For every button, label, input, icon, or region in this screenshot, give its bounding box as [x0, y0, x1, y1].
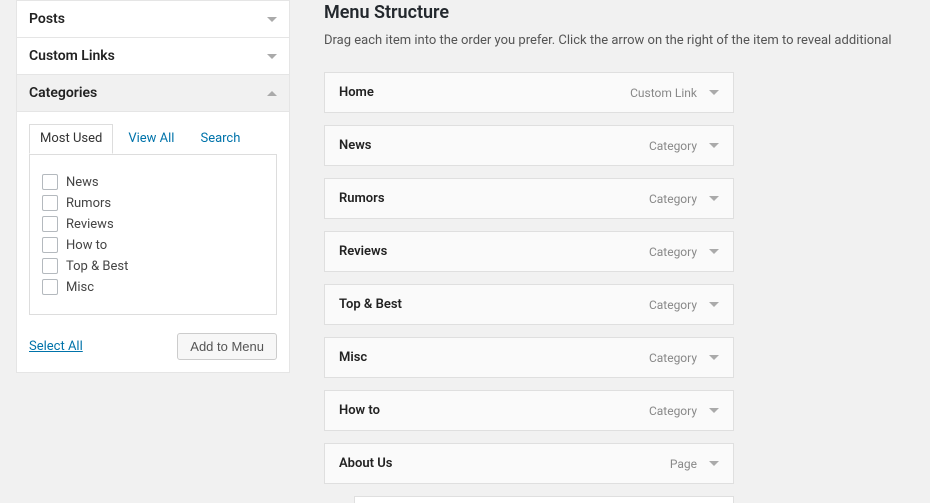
- menu-item-title: Home: [339, 85, 374, 100]
- category-checkbox-item[interactable]: Misc: [42, 279, 264, 295]
- menu-item[interactable]: Top & Best Category: [324, 284, 734, 325]
- menu-item[interactable]: Rumors Category: [324, 178, 734, 219]
- category-label: How to: [66, 238, 107, 253]
- tab-view-all[interactable]: View All: [117, 124, 185, 154]
- menu-item-type: Category: [649, 404, 697, 418]
- category-checkbox[interactable]: [42, 258, 58, 274]
- menu-item-type: Category: [649, 245, 697, 259]
- menu-item-title: Top & Best: [339, 297, 402, 312]
- category-label: Top & Best: [66, 259, 128, 274]
- category-label: Misc: [66, 280, 94, 295]
- accordion-posts-title: Posts: [29, 11, 65, 27]
- chevron-down-icon[interactable]: [709, 90, 719, 95]
- categories-tab-panel: News Rumors Reviews How to: [29, 154, 277, 315]
- menu-item[interactable]: Reviews Category: [324, 231, 734, 272]
- accordion-custom-links[interactable]: Custom Links: [16, 38, 290, 75]
- menu-item-type: Category: [649, 192, 697, 206]
- accordion-categories-title: Categories: [29, 85, 97, 101]
- chevron-down-icon[interactable]: [709, 143, 719, 148]
- menu-item-title: Reviews: [339, 244, 387, 259]
- accordion-categories-header[interactable]: Categories: [17, 75, 289, 112]
- category-checkbox-item[interactable]: Rumors: [42, 195, 264, 211]
- menu-item-type: Category: [649, 351, 697, 365]
- category-checkbox[interactable]: [42, 195, 58, 211]
- menu-item-type: Page: [670, 457, 697, 471]
- menu-item[interactable]: How to Category: [324, 390, 734, 431]
- chevron-down-icon[interactable]: [709, 249, 719, 254]
- category-checkbox[interactable]: [42, 237, 58, 253]
- menu-item-title: Rumors: [339, 191, 385, 206]
- accordion-posts[interactable]: Posts: [16, 0, 290, 38]
- chevron-down-icon[interactable]: [709, 302, 719, 307]
- chevron-up-icon: [267, 91, 277, 96]
- menu-structure-title: Menu Structure: [324, 2, 930, 23]
- select-all-link[interactable]: Select All: [29, 339, 83, 354]
- category-label: Reviews: [66, 217, 114, 232]
- category-checkbox-item[interactable]: Reviews: [42, 216, 264, 232]
- menu-item-title: News: [339, 138, 371, 153]
- category-label: Rumors: [66, 196, 111, 211]
- category-checkbox-item[interactable]: How to: [42, 237, 264, 253]
- add-to-menu-button[interactable]: Add to Menu: [177, 333, 277, 360]
- tab-most-used[interactable]: Most Used: [29, 124, 113, 154]
- chevron-down-icon[interactable]: [709, 461, 719, 466]
- menu-item-placeholder: [354, 496, 734, 503]
- category-checkbox-item[interactable]: News: [42, 174, 264, 190]
- accordion-custom-links-title: Custom Links: [29, 48, 115, 64]
- chevron-down-icon: [267, 17, 277, 22]
- menu-item-type: Custom Link: [630, 86, 697, 100]
- menu-item-type: Category: [649, 139, 697, 153]
- category-checkbox[interactable]: [42, 279, 58, 295]
- accordion-categories: Categories Most Used View All Search New…: [16, 75, 290, 373]
- menu-item[interactable]: About Us Page: [324, 443, 734, 484]
- chevron-down-icon[interactable]: [709, 408, 719, 413]
- menu-item-title: Misc: [339, 350, 367, 365]
- menu-item-type: Category: [649, 298, 697, 312]
- chevron-down-icon[interactable]: [709, 196, 719, 201]
- category-checkbox[interactable]: [42, 216, 58, 232]
- categories-tabs: Most Used View All Search: [29, 124, 277, 155]
- tab-search[interactable]: Search: [189, 124, 251, 154]
- menu-structure-description: Drag each item into the order you prefer…: [324, 33, 930, 48]
- category-label: News: [66, 175, 99, 190]
- menu-item-title: How to: [339, 403, 380, 418]
- menu-item[interactable]: Home Custom Link: [324, 72, 734, 113]
- category-checkbox[interactable]: [42, 174, 58, 190]
- menu-item[interactable]: News Category: [324, 125, 734, 166]
- menu-item-title: About Us: [339, 456, 392, 471]
- chevron-down-icon: [267, 54, 277, 59]
- category-checkbox-item[interactable]: Top & Best: [42, 258, 264, 274]
- chevron-down-icon[interactable]: [709, 355, 719, 360]
- menu-item[interactable]: Misc Category: [324, 337, 734, 378]
